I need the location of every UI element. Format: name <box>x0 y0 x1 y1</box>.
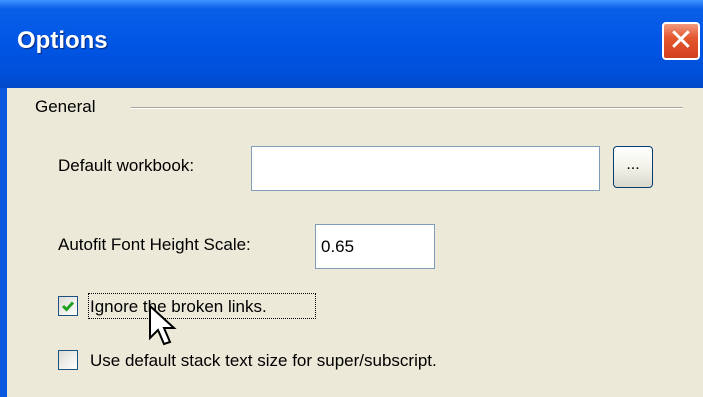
autofit-font-height-scale-input[interactable] <box>315 224 435 269</box>
close-icon: ✕ <box>668 24 694 57</box>
default-stack-text-size-checkbox[interactable] <box>58 350 78 370</box>
window-left-border <box>0 88 7 397</box>
autofit-font-height-scale-label: Autofit Font Height Scale: <box>58 235 251 254</box>
mouse-cursor-icon <box>149 304 177 346</box>
title-bar: Options ✕ <box>0 0 703 88</box>
default-stack-text-size-label[interactable]: Use default stack text size for super/su… <box>90 351 437 371</box>
browse-button[interactable]: ... <box>613 146 653 188</box>
group-label-general: General <box>35 97 96 116</box>
default-workbook-label: Default workbook: <box>58 156 195 175</box>
group-divider <box>131 107 683 109</box>
ignore-broken-links-checkbox[interactable] <box>58 296 78 316</box>
close-button[interactable]: ✕ <box>662 22 700 60</box>
check-icon <box>61 301 75 312</box>
default-workbook-input[interactable] <box>251 146 600 191</box>
window-title: Options <box>17 27 108 54</box>
